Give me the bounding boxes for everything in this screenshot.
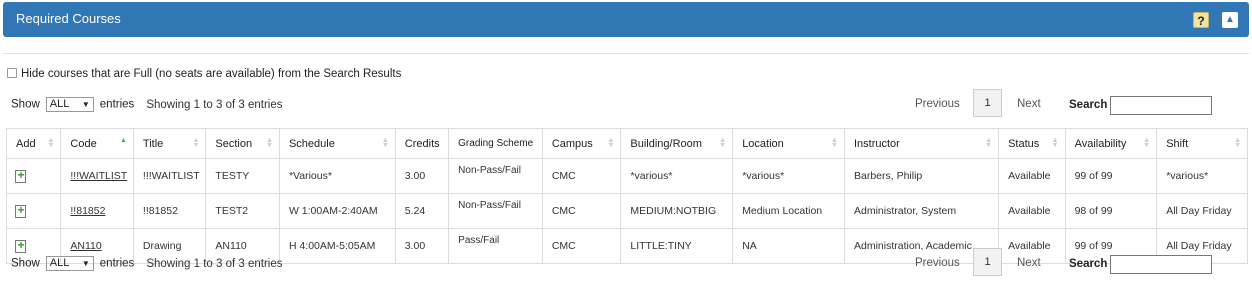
entries-label: entries [99, 98, 135, 111]
course-section: TESTY [205, 158, 280, 194]
course-shift: All Day Friday [1156, 193, 1248, 229]
course-title: !!81852 [132, 193, 207, 229]
add-course-icon[interactable] [15, 168, 26, 183]
panel-title: Required Courses [16, 11, 121, 26]
col-header-shift[interactable]: Shift ▲ ▼ [1156, 128, 1248, 159]
col-header-credits[interactable]: Credits [394, 128, 450, 159]
course-location: *various* [732, 158, 845, 194]
course-shift: *various* [1156, 158, 1248, 194]
col-header-section[interactable]: Section ▲ ▼ [205, 128, 280, 159]
hide-full-label: Hide courses that are Full (no seats are… [21, 68, 402, 80]
search-input[interactable] [1110, 255, 1212, 274]
table-info: Showing 1 to 3 of 3 entries [146, 98, 283, 111]
course-schedule: W 1:00AM-2:40AM [278, 193, 396, 229]
table-info: Showing 1 to 3 of 3 entries [146, 257, 283, 270]
col-header-grading-scheme: Grading Scheme [448, 128, 543, 159]
add-course-icon[interactable] [15, 203, 26, 218]
add-course-icon[interactable] [15, 238, 26, 253]
course-availability: 99 of 99 [1064, 158, 1158, 194]
col-header-add[interactable]: Add ▲ ▼ [5, 128, 62, 159]
table-row: !!81852 !!81852 TEST2 W 1:00AM-2:40AM 5.… [5, 193, 1248, 229]
search-label: Search [1069, 99, 1108, 111]
col-header-code[interactable]: Code ▲ [60, 128, 134, 159]
divider [3, 53, 1249, 54]
col-header-building-room[interactable]: Building/Room ▲ ▼ [620, 128, 734, 159]
add-cell [5, 193, 62, 229]
page-1-button[interactable]: 1 [973, 89, 1002, 117]
hide-full-checkbox[interactable] [7, 68, 17, 78]
col-header-campus[interactable]: Campus ▲ ▼ [541, 128, 622, 159]
course-schedule: *Various* [278, 158, 396, 194]
panel-header: Required Courses ? ▲ [3, 2, 1249, 37]
course-building-room: MEDIUM:NOTBIG [620, 193, 734, 229]
course-grading-scheme: Non-Pass/Fail [448, 193, 543, 229]
course-location: Medium Location [732, 193, 845, 229]
page-1-button[interactable]: 1 [973, 248, 1002, 276]
course-grading-scheme: Pass/Fail [448, 228, 543, 264]
table-row: !!!WAITLIST !!!WAITLIST TESTY *Various* … [5, 158, 1248, 194]
entries-label: entries [99, 257, 135, 270]
course-campus: CMC [541, 228, 622, 264]
previous-button[interactable]: Previous [915, 257, 960, 269]
course-instructor: Barbers, Philip [843, 158, 1000, 194]
entries-control-bottom: Show ALL ▼ entries Showing 1 to 3 of 3 entri… [11, 256, 282, 271]
course-code-link[interactable]: !!81852 [60, 193, 134, 229]
col-header-availability[interactable]: Availability ▲ ▼ [1064, 128, 1158, 159]
next-button[interactable]: Next [1017, 257, 1041, 269]
entries-control-top: Show ALL ▼ entries Showing 1 to 3 of 3 entri… [11, 97, 282, 112]
col-header-instructor[interactable]: Instructor ▲ ▼ [843, 128, 1000, 159]
col-header-status[interactable]: Status ▲ ▼ [998, 128, 1066, 159]
col-header-location[interactable]: Location ▲ ▼ [732, 128, 845, 159]
entries-select[interactable]: ALL ▼ [45, 256, 94, 271]
course-credits: 3.00 [394, 158, 450, 194]
course-instructor: Administrator, System [843, 193, 1000, 229]
course-building-room: *various* [620, 158, 734, 194]
course-building-room: LITTLE:TINY [620, 228, 734, 264]
course-campus: CMC [541, 158, 622, 194]
course-credits: 3.00 [394, 228, 450, 264]
course-campus: CMC [541, 193, 622, 229]
show-label: Show [11, 98, 40, 111]
help-icon[interactable]: ? [1193, 12, 1209, 28]
collapse-icon[interactable]: ▲ [1222, 12, 1238, 28]
course-title: !!!WAITLIST [132, 158, 207, 194]
course-availability: 98 of 99 [1064, 193, 1158, 229]
next-button[interactable]: Next [1017, 98, 1041, 110]
course-status: Available [998, 193, 1066, 229]
col-header-title[interactable]: Title ▲ ▼ [132, 128, 207, 159]
course-code-link[interactable]: !!!WAITLIST [60, 158, 134, 194]
add-cell [5, 158, 62, 194]
course-location: NA [732, 228, 845, 264]
course-status: Available [998, 158, 1066, 194]
course-schedule: H 4:00AM-5:05AM [278, 228, 396, 264]
hide-full-option[interactable]: Hide courses that are Full (no seats are… [7, 68, 401, 80]
previous-button[interactable]: Previous [915, 98, 960, 110]
search-label: Search [1069, 258, 1108, 270]
course-grading-scheme: Non-Pass/Fail [448, 158, 543, 194]
courses-table: Add ▲ ▼ Code ▲ Title ▲ ▼ Section ▲ ▼ Schedule ▲ ▼… [5, 128, 1248, 264]
course-credits: 5.24 [394, 193, 450, 229]
entries-select[interactable]: ALL ▼ [45, 97, 94, 112]
col-header-schedule[interactable]: Schedule ▲ ▼ [278, 128, 396, 159]
search-input[interactable] [1110, 96, 1212, 115]
show-label: Show [11, 257, 40, 270]
table-header-row: Add ▲ ▼ Code ▲ Title ▲ ▼ Section ▲ ▼ Schedule ▲ ▼… [5, 128, 1248, 159]
course-section: TEST2 [205, 193, 280, 229]
